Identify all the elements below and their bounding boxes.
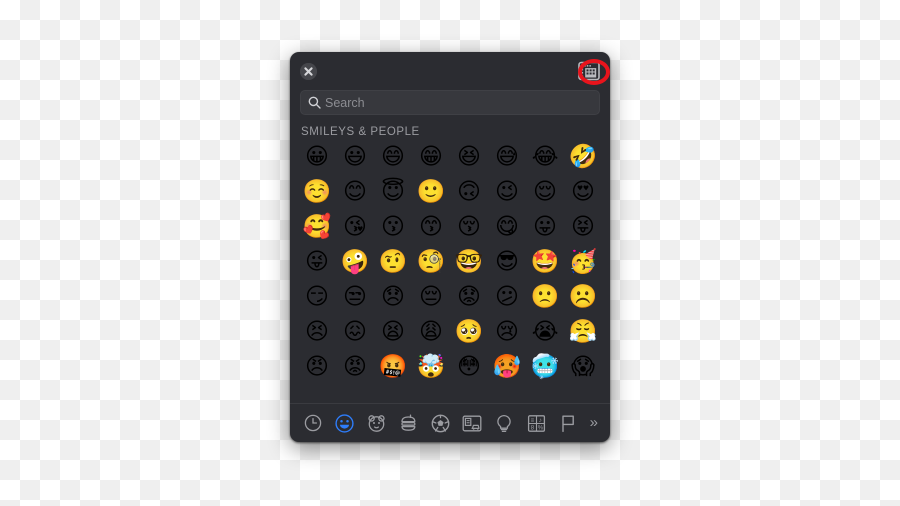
emoji-cell[interactable]: 😙 [412, 214, 450, 240]
emoji-cell[interactable]: 😔 [412, 284, 450, 310]
soccer-ball-icon [431, 414, 450, 432]
emoji-cell[interactable]: 🥵 [488, 354, 526, 380]
emoji-cell[interactable]: 🥰 [298, 214, 336, 240]
search-input[interactable] [325, 95, 592, 110]
emoji-cell[interactable]: 😏 [298, 284, 336, 310]
search-field[interactable] [300, 90, 600, 115]
category-smileys[interactable] [334, 413, 355, 434]
emoji-cell[interactable]: 😒 [336, 284, 374, 310]
emoji-cell[interactable]: 😜 [298, 249, 336, 275]
emoji-picker-panel: SMILEYS & PEOPLE 😀😃😄😁😆😅😂🤣 ☺️😊😇🙂🙃😉😌😍 🥰😘😗😙😚😋… [290, 52, 610, 442]
emoji-cell[interactable]: 🤬 [374, 354, 412, 380]
emoji-cell[interactable]: 🙃 [450, 179, 488, 205]
emoji-cell[interactable]: 🥳 [564, 249, 602, 275]
emoji-cell[interactable]: 😆 [450, 144, 488, 170]
emoji-cell[interactable]: 🧐 [412, 249, 450, 275]
emoji-cell[interactable]: 😉 [488, 179, 526, 205]
svg-text:♪: ♪ [538, 417, 541, 424]
emoji-cell[interactable]: 🤨 [374, 249, 412, 275]
clock-icon [304, 414, 321, 432]
emoji-cell[interactable]: 😕 [488, 284, 526, 310]
emoji-cell[interactable]: 😠 [298, 354, 336, 380]
emoji-cell[interactable]: 😂 [526, 144, 564, 170]
emoji-cell[interactable]: 😖 [336, 319, 374, 345]
emoji-cell[interactable]: 😛 [526, 214, 564, 240]
burger-icon [401, 414, 416, 431]
emoji-cell[interactable]: 😩 [412, 319, 450, 345]
emoji-cell[interactable]: 🥺 [450, 319, 488, 345]
emoji-cell[interactable]: 🤓 [450, 249, 488, 275]
emoji-cell[interactable]: 😀 [298, 144, 336, 170]
section-header-smileys-and-people: SMILEYS & PEOPLE [301, 126, 420, 138]
svg-text:%: % [537, 425, 543, 431]
emoji-cell[interactable]: 😳 [450, 354, 488, 380]
emoji-cell[interactable]: 😗 [374, 214, 412, 240]
panel-title-bar [290, 52, 610, 90]
category-travel-places[interactable] [462, 413, 483, 434]
emoji-cell[interactable]: 😚 [450, 214, 488, 240]
search-area [290, 90, 610, 124]
emoji-cell[interactable]: 😍 [564, 179, 602, 205]
emoji-cell[interactable]: 😌 [526, 179, 564, 205]
emoji-scroll-area[interactable]: SMILEYS & PEOPLE 😀 😃 😄 😁 😆 😅 😂 🤣 ☺️ 😊 😇 🙂 🙃 😉 😌 😍 🥰 😘 😗 😙 😚 😋… [290, 124, 610, 403]
emoji-cell[interactable]: 🤩 [526, 249, 564, 275]
emoji-cell[interactable]: 🤪 [336, 249, 374, 275]
close-circle-icon [300, 62, 317, 80]
emoji-cell[interactable]: 😣 [298, 319, 336, 345]
emoji-cell[interactable]: 😫 [374, 319, 412, 345]
emoji-cell[interactable]: 🙂 [412, 179, 450, 205]
emoji-cell[interactable]: 😟 [450, 284, 488, 310]
keyboard-viewer-button[interactable] [578, 61, 600, 81]
category-objects[interactable] [494, 413, 515, 434]
emoji-cell[interactable]: 😱 [564, 354, 602, 380]
emoji-cell[interactable]: 😡 [336, 354, 374, 380]
emoji-cell[interactable]: 😄 [374, 144, 412, 170]
keyboard-grid-icon [578, 61, 600, 81]
emoji-cell[interactable]: 😇 [374, 179, 412, 205]
category-activity[interactable] [430, 413, 451, 434]
flag-icon [562, 415, 575, 432]
emoji-cell[interactable]: 🙁 [526, 284, 564, 310]
emoji-cell[interactable]: 😃 [336, 144, 374, 170]
emoji-cell[interactable]: 😝 [564, 214, 602, 240]
emoji-cell[interactable]: ☺️ [298, 179, 336, 205]
emoji-cell[interactable]: 😎 [488, 249, 526, 275]
emoji-cell[interactable]: 🤯 [412, 354, 450, 380]
smiley-face-icon [335, 413, 354, 433]
svg-text:≡: ≡ [530, 418, 534, 424]
category-bar: ≡ ♪ 8 % » [290, 403, 610, 442]
emoji-cell[interactable]: ☹️ [564, 284, 602, 310]
close-button[interactable] [300, 62, 317, 80]
more-categories-button[interactable]: » [590, 415, 598, 432]
search-icon [308, 96, 321, 109]
category-animals-nature[interactable] [366, 413, 387, 434]
category-flags[interactable] [558, 413, 579, 434]
emoji-cell[interactable]: 🥶 [526, 354, 564, 380]
category-food-drink[interactable] [398, 413, 419, 434]
car-building-icon [462, 415, 482, 431]
emoji-cell[interactable]: 😞 [374, 284, 412, 310]
lightbulb-icon [497, 414, 511, 432]
emoji-cell[interactable]: 😢 [488, 319, 526, 345]
emoji-cell[interactable]: 😤 [564, 319, 602, 345]
emoji-cell[interactable]: 😊 [336, 179, 374, 205]
emoji-cell[interactable]: 😅 [488, 144, 526, 170]
animal-face-icon [368, 414, 385, 432]
emoji-cell[interactable]: 😋 [488, 214, 526, 240]
emoji-cell[interactable]: 😭 [526, 319, 564, 345]
emoji-cell[interactable]: 😁 [412, 144, 450, 170]
symbols-grid-icon: ≡ ♪ 8 % [527, 414, 545, 432]
emoji-cell[interactable]: 😘 [336, 214, 374, 240]
emoji-grid: 😀 😃 😄 😁 😆 😅 😂 🤣 ☺️ 😊 😇 🙂 🙃 😉 😌 😍 🥰 😘 😗 😙 😚 😋 😛 😝 😜 🤪 🤨 🧐 🤓 😎 🤩 🥳 😏 😒 😞 😔 😟 😕 🙁… [298, 144, 602, 380]
emoji-cell[interactable]: 🤣 [564, 144, 602, 170]
category-symbols[interactable]: ≡ ♪ 8 % [526, 413, 547, 434]
category-recent[interactable] [302, 413, 323, 434]
